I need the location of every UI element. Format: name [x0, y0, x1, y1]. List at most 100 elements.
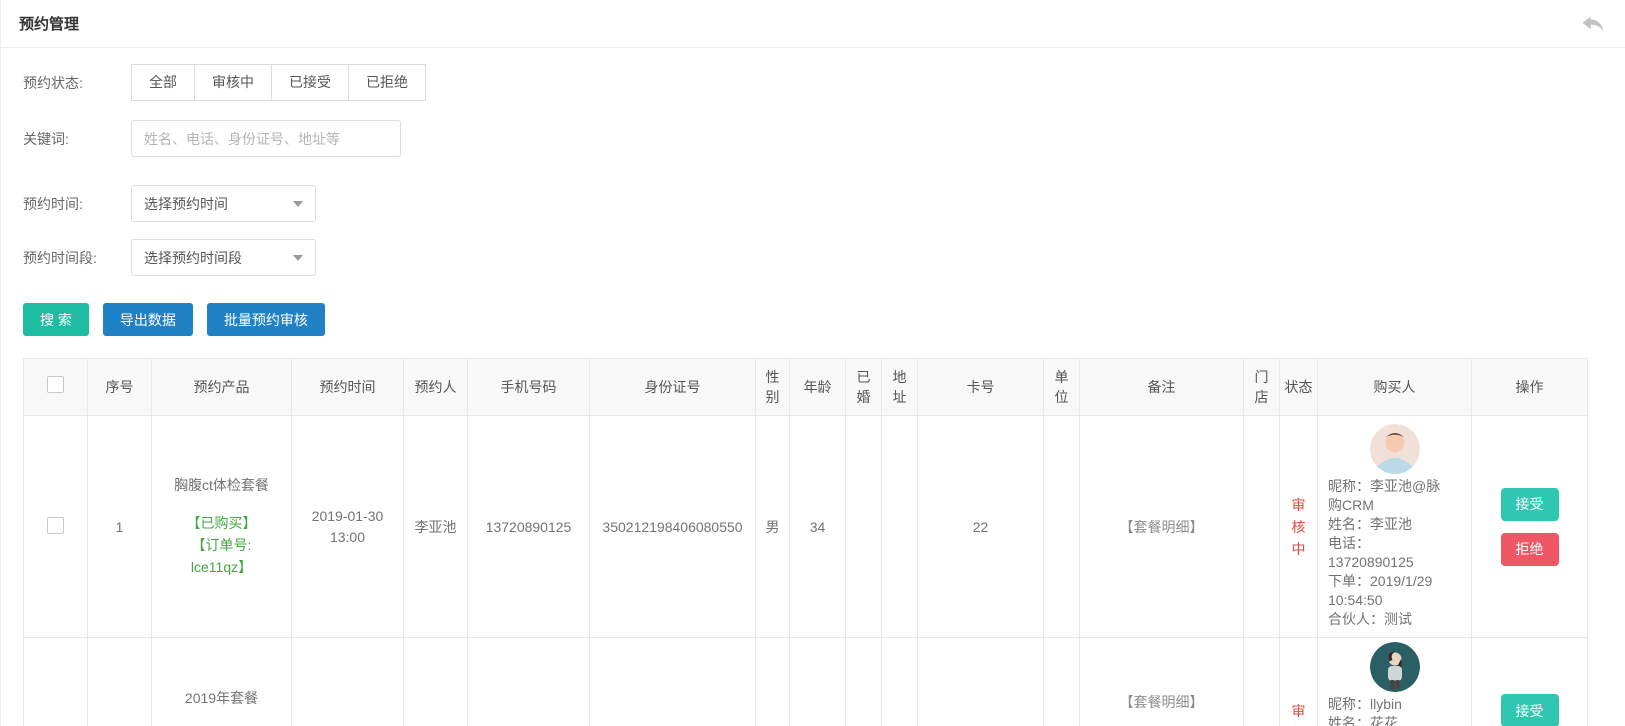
store-cell	[1244, 638, 1280, 726]
batch-review-button[interactable]: 批量预约审核	[207, 303, 325, 336]
phone-cell	[468, 638, 590, 726]
header-seq: 序号	[88, 359, 152, 416]
filter-row-status: 预约状态: 全部 审核中 已接受 已拒绝	[23, 64, 1600, 101]
address-cell	[882, 638, 918, 726]
time-select-value: 选择预约时间	[144, 194, 228, 214]
timeslot-select[interactable]: 选择预约时间段	[131, 239, 316, 276]
header-person: 预约人	[404, 359, 468, 416]
header-address: 地址	[882, 359, 918, 416]
header-age: 年龄	[790, 359, 846, 416]
remark-cell: 【套餐明细】	[1080, 638, 1244, 726]
header-store: 门店	[1244, 359, 1280, 416]
product-cell: 2019年套餐	[152, 638, 292, 726]
header-id-number: 身份证号	[590, 359, 756, 416]
header-operation: 操作	[1472, 359, 1588, 416]
status-option-all[interactable]: 全部	[131, 64, 195, 101]
status-filter-label: 预约状态:	[23, 73, 131, 93]
id-number-cell: 350212198406080550	[590, 416, 756, 638]
chevron-down-icon	[293, 255, 303, 261]
seq-cell: 1	[88, 416, 152, 638]
package-detail-link[interactable]: 【套餐明细】	[1120, 519, 1204, 535]
card-cell: 22	[918, 416, 1044, 638]
time-select[interactable]: 选择预约时间	[131, 185, 316, 222]
buyer-avatar	[1370, 642, 1420, 692]
appointments-table: 序号 预约产品 预约时间 预约人 手机号码 身份证号 性别 年龄 已婚 地址 卡…	[23, 358, 1588, 726]
package-detail-link[interactable]: 【套餐明细】	[1120, 694, 1204, 710]
buyer-cell: 昵称：llybin 姓名：花花	[1318, 638, 1472, 726]
time-cell	[292, 638, 404, 726]
time-filter-label: 预约时间:	[23, 194, 131, 214]
card-cell	[918, 638, 1044, 726]
married-cell	[846, 638, 882, 726]
time-cell: 2019-01-30 13:00	[292, 416, 404, 638]
filter-panel: 预约状态: 全部 审核中 已接受 已拒绝 关键词: 预约时间: 选择预约时间 预…	[1, 48, 1625, 336]
married-cell	[846, 416, 882, 638]
buyer-avatar	[1370, 424, 1420, 474]
header-remark: 备注	[1080, 359, 1244, 416]
timeslot-select-value: 选择预约时间段	[144, 248, 242, 268]
header-select-all-cell	[24, 359, 88, 416]
status-option-rejected[interactable]: 已拒绝	[348, 64, 426, 101]
product-name: 胸腹ct体检套餐	[156, 475, 287, 496]
status-button-group: 全部 审核中 已接受 已拒绝	[131, 64, 426, 101]
chevron-down-icon	[293, 201, 303, 207]
id-number-cell	[590, 638, 756, 726]
appointments-table-wrap: 序号 预约产品 预约时间 预约人 手机号码 身份证号 性别 年龄 已婚 地址 卡…	[23, 358, 1600, 726]
operation-cell: 接受 拒绝	[1472, 638, 1588, 726]
product-cell: 胸腹ct体检套餐 【已购买】 【订单号: lce11qz】	[152, 416, 292, 638]
accept-button[interactable]: 接受	[1501, 488, 1559, 521]
header-buyer: 购买人	[1318, 359, 1472, 416]
row-checkbox[interactable]	[47, 517, 64, 534]
person-cell	[404, 638, 468, 726]
header-time: 预约时间	[292, 359, 404, 416]
age-cell	[790, 638, 846, 726]
unit-cell	[1044, 638, 1080, 726]
buyer-cell: 昵称：李亚池@脉 购CRM 姓名：李亚池 电话： 13720890125 下单：…	[1318, 416, 1472, 638]
status-badge: 审核中	[1291, 494, 1307, 560]
seq-cell	[88, 638, 152, 726]
row-select-cell	[24, 638, 88, 726]
status-option-reviewing[interactable]: 审核中	[194, 64, 272, 101]
status-cell: 审核中	[1280, 638, 1318, 726]
table-row: 2019年套餐 【套餐明细】 审核中	[24, 638, 1588, 726]
timeslot-filter-label: 预约时间段:	[23, 248, 131, 268]
address-cell	[882, 416, 918, 638]
back-arrow-icon[interactable]	[1581, 14, 1605, 34]
table-row: 1 胸腹ct体检套餐 【已购买】 【订单号: lce11qz】 2019-01-…	[24, 416, 1588, 638]
remark-cell: 【套餐明细】	[1080, 416, 1244, 638]
header-status: 状态	[1280, 359, 1318, 416]
header-married: 已婚	[846, 359, 882, 416]
buyer-info: 昵称：llybin 姓名：花花	[1328, 695, 1461, 726]
header-phone: 手机号码	[468, 359, 590, 416]
unit-cell	[1044, 416, 1080, 638]
export-data-button[interactable]: 导出数据	[103, 303, 193, 336]
header-card: 卡号	[918, 359, 1044, 416]
table-header-row: 序号 预约产品 预约时间 预约人 手机号码 身份证号 性别 年龄 已婚 地址 卡…	[24, 359, 1588, 416]
status-option-accepted[interactable]: 已接受	[271, 64, 349, 101]
store-cell	[1244, 416, 1280, 638]
gender-cell: 男	[756, 416, 790, 638]
header-gender: 性别	[756, 359, 790, 416]
appointment-management-page: 预约管理 预约状态: 全部 审核中 已接受 已拒绝 关键词: 预约时间: 选择预…	[0, 0, 1625, 726]
buyer-info: 昵称：李亚池@脉 购CRM 姓名：李亚池 电话： 13720890125 下单：…	[1328, 477, 1461, 629]
accept-button[interactable]: 接受	[1501, 694, 1559, 726]
operation-cell: 接受 拒绝	[1472, 416, 1588, 638]
status-cell: 审核中	[1280, 416, 1318, 638]
gender-cell	[756, 638, 790, 726]
filter-row-timeslot: 预约时间段: 选择预约时间段	[23, 239, 1600, 276]
order-info: 【已购买】 【订单号: lce11qz】	[156, 512, 287, 578]
status-badge: 审核中	[1291, 700, 1307, 726]
person-cell: 李亚池	[404, 416, 468, 638]
search-button[interactable]: 搜 索	[23, 303, 89, 336]
row-select-cell	[24, 416, 88, 638]
select-all-checkbox[interactable]	[47, 376, 64, 393]
age-cell: 34	[790, 416, 846, 638]
product-name: 2019年套餐	[156, 688, 287, 709]
header-product: 预约产品	[152, 359, 292, 416]
phone-cell: 13720890125	[468, 416, 590, 638]
keyword-input[interactable]	[131, 120, 401, 157]
filter-row-keyword: 关键词:	[23, 120, 1600, 157]
reject-button[interactable]: 拒绝	[1501, 533, 1559, 566]
top-bar: 预约管理	[1, 0, 1625, 48]
keyword-filter-label: 关键词:	[23, 129, 131, 149]
